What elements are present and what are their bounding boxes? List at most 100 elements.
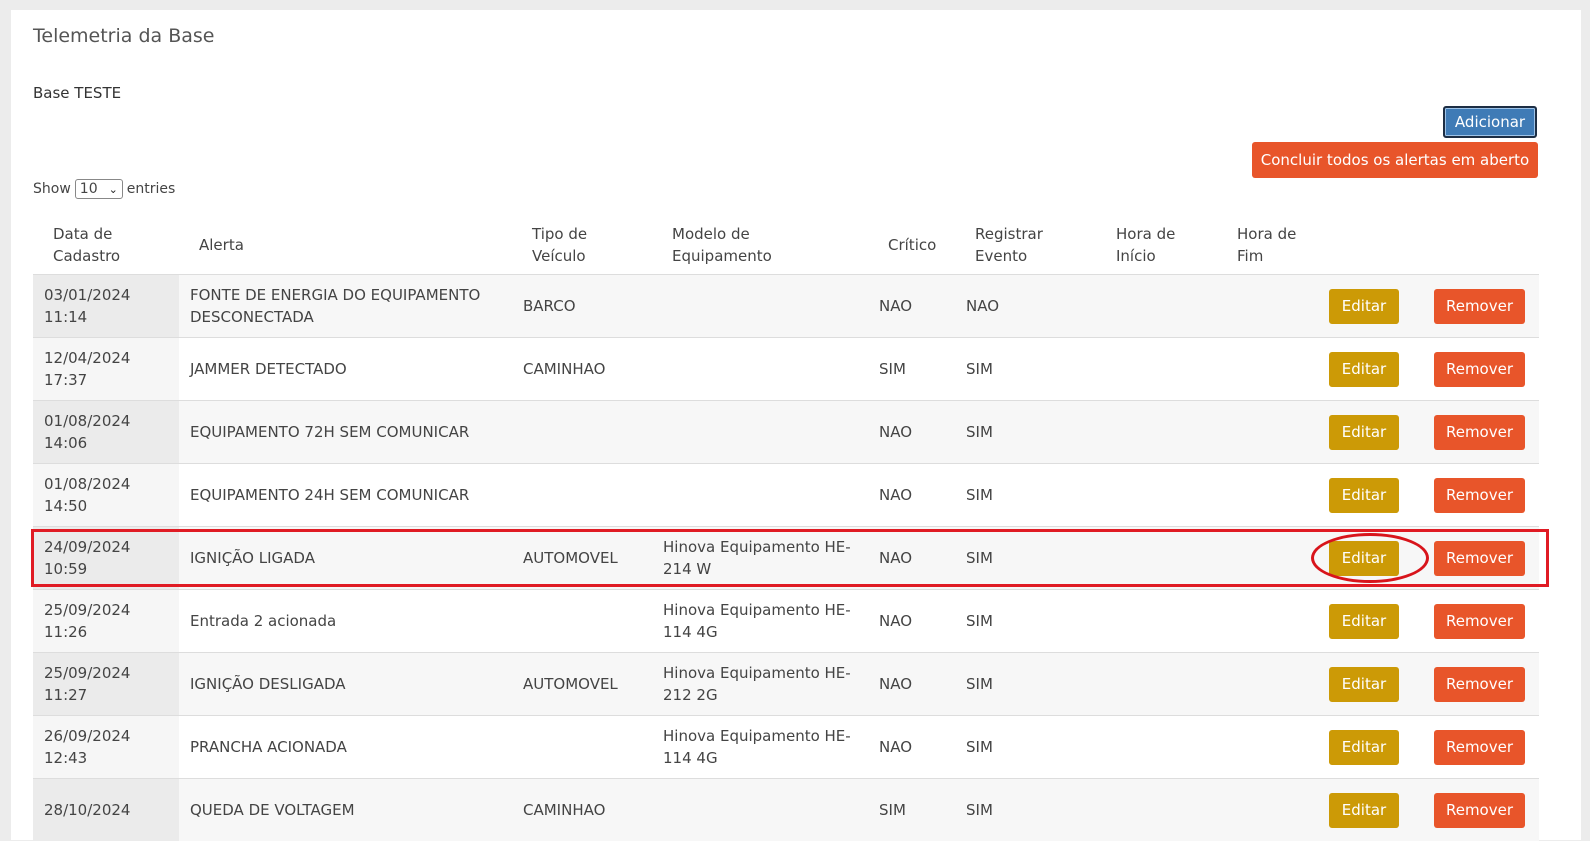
cell-alerta: IGNIÇÃO DESLIGADA — [179, 653, 512, 716]
cell-modelo-equipamento — [652, 275, 868, 338]
cell-registrar-evento-text: SIM — [966, 736, 1076, 758]
cell-critico: NAO — [868, 275, 955, 338]
edit-button[interactable]: Editar — [1329, 604, 1399, 639]
cell-tipo-veiculo: AUTOMOVEL — [512, 527, 652, 590]
cell-modelo-equipamento — [652, 401, 868, 464]
cell-alerta: EQUIPAMENTO 72H SEM COMUNICAR — [179, 401, 512, 464]
table-row: 25/09/202411:26Entrada 2 acionadaHinova … — [33, 590, 1539, 653]
edit-button[interactable]: Editar — [1329, 667, 1399, 702]
cell-edit: Editar — [1319, 590, 1434, 653]
cell-edit: Editar — [1319, 716, 1434, 779]
cell-time: 11:27 — [44, 684, 179, 706]
column-header-modelo-equipamento[interactable]: Modelo de Equipamento — [652, 216, 868, 275]
cell-edit: Editar — [1319, 779, 1434, 841]
cell-tipo-veiculo: CAMINHAO — [512, 338, 652, 401]
column-header-remove — [1434, 216, 1539, 275]
cell-data-cadastro: 03/01/202411:14 — [33, 275, 179, 338]
cell-edit: Editar — [1319, 275, 1434, 338]
entries-select[interactable]: 10 ⌄ — [75, 179, 123, 199]
cell-tipo-veiculo — [512, 464, 652, 527]
column-header-hora-inicio[interactable]: Hora de Início — [1096, 216, 1217, 275]
cell-modelo-equipamento — [652, 779, 868, 841]
cell-alerta: JAMMER DETECTADO — [179, 338, 512, 401]
cell-registrar-evento: SIM — [955, 401, 1096, 464]
remove-button[interactable]: Remover — [1434, 541, 1525, 576]
conclude-all-alerts-button[interactable]: Concluir todos os alertas em aberto — [1252, 142, 1538, 178]
cell-hora-inicio — [1096, 716, 1217, 779]
cell-time: 14:50 — [44, 495, 179, 517]
edit-button[interactable]: Editar — [1329, 289, 1399, 324]
edit-button[interactable]: Editar — [1329, 793, 1399, 828]
remove-button[interactable]: Remover — [1434, 730, 1525, 765]
cell-data-cadastro: 01/08/202414:06 — [33, 401, 179, 464]
remove-button[interactable]: Remover — [1434, 352, 1525, 387]
cell-data-cadastro: 01/08/202414:50 — [33, 464, 179, 527]
edit-button[interactable]: Editar — [1329, 541, 1399, 576]
cell-tipo-veiculo-text: AUTOMOVEL — [523, 673, 643, 695]
cell-remove: Remover — [1434, 590, 1539, 653]
cell-alerta-text: IGNIÇÃO DESLIGADA — [190, 673, 490, 695]
cell-hora-inicio — [1096, 590, 1217, 653]
cell-hora-inicio — [1096, 653, 1217, 716]
cell-modelo-equipamento: Hinova Equipamento HE-212 2G — [652, 653, 868, 716]
cell-data-cadastro: 12/04/202417:37 — [33, 338, 179, 401]
cell-time: 17:37 — [44, 369, 179, 391]
remove-button[interactable]: Remover — [1434, 415, 1525, 450]
cell-date: 26/09/2024 — [44, 725, 179, 747]
cell-critico: NAO — [868, 653, 955, 716]
remove-button[interactable]: Remover — [1434, 604, 1525, 639]
edit-button[interactable]: Editar — [1329, 478, 1399, 513]
cell-registrar-evento: SIM — [955, 716, 1096, 779]
edit-button[interactable]: Editar — [1329, 730, 1399, 765]
page-title: Telemetria da Base — [33, 25, 214, 47]
cell-hora-inicio — [1096, 338, 1217, 401]
cell-alerta-text: PRANCHA ACIONADA — [190, 736, 490, 758]
column-header-critico[interactable]: Crítico — [868, 216, 955, 275]
column-header-edit — [1319, 216, 1434, 275]
column-header-tipo-veiculo[interactable]: Tipo de Veículo — [512, 216, 652, 275]
cell-date: 01/08/2024 — [44, 410, 179, 432]
cell-hora-fim — [1217, 716, 1319, 779]
cell-time: 10:59 — [44, 558, 179, 580]
edit-button[interactable]: Editar — [1329, 352, 1399, 387]
cell-registrar-evento: SIM — [955, 779, 1096, 841]
cell-modelo-equipamento-text: Hinova Equipamento HE-212 2G — [663, 662, 853, 706]
cell-tipo-veiculo: AUTOMOVEL — [512, 653, 652, 716]
cell-data-cadastro: 26/09/202412:43 — [33, 716, 179, 779]
column-header-hora-fim[interactable]: Hora de Fim — [1217, 216, 1319, 275]
table-row: 01/08/202414:06EQUIPAMENTO 72H SEM COMUN… — [33, 401, 1539, 464]
cell-alerta: Entrada 2 acionada — [179, 590, 512, 653]
chevron-down-icon: ⌄ — [109, 183, 118, 196]
column-header-alerta[interactable]: Alerta — [179, 216, 512, 275]
table-row: 28/10/2024QUEDA DE VOLTAGEMCAMINHAOSIMSI… — [33, 779, 1539, 841]
cell-date: 03/01/2024 — [44, 284, 179, 306]
column-header-registrar-evento[interactable]: Registrar Evento — [955, 216, 1096, 275]
cell-tipo-veiculo-text: BARCO — [523, 295, 643, 317]
cell-edit: Editar — [1319, 527, 1434, 590]
column-header-data-cadastro[interactable]: Data de Cadastro — [33, 216, 179, 275]
table-row: 03/01/202411:14FONTE DE ENERGIA DO EQUIP… — [33, 275, 1539, 338]
cell-tipo-veiculo-text: CAMINHAO — [523, 358, 643, 380]
cell-modelo-equipamento: Hinova Equipamento HE-214 W — [652, 527, 868, 590]
remove-button[interactable]: Remover — [1434, 793, 1525, 828]
cell-registrar-evento-text: SIM — [966, 673, 1076, 695]
cell-tipo-veiculo: CAMINHAO — [512, 779, 652, 841]
cell-registrar-evento-text: SIM — [966, 610, 1076, 632]
cell-hora-fim — [1217, 527, 1319, 590]
cell-hora-fim — [1217, 464, 1319, 527]
cell-critico-text: NAO — [879, 736, 939, 758]
cell-modelo-equipamento: Hinova Equipamento HE-114 4G — [652, 716, 868, 779]
remove-button[interactable]: Remover — [1434, 478, 1525, 513]
cell-critico: NAO — [868, 464, 955, 527]
cell-critico-text: NAO — [879, 673, 939, 695]
cell-critico-text: NAO — [879, 610, 939, 632]
cell-data-cadastro: 28/10/2024 — [33, 779, 179, 841]
cell-hora-inicio — [1096, 401, 1217, 464]
add-button[interactable]: Adicionar — [1443, 106, 1537, 138]
cell-critico: SIM — [868, 779, 955, 841]
cell-hora-inicio — [1096, 779, 1217, 841]
edit-button[interactable]: Editar — [1329, 415, 1399, 450]
entries-select-value: 10 — [80, 181, 98, 197]
remove-button[interactable]: Remover — [1434, 289, 1525, 324]
remove-button[interactable]: Remover — [1434, 667, 1525, 702]
